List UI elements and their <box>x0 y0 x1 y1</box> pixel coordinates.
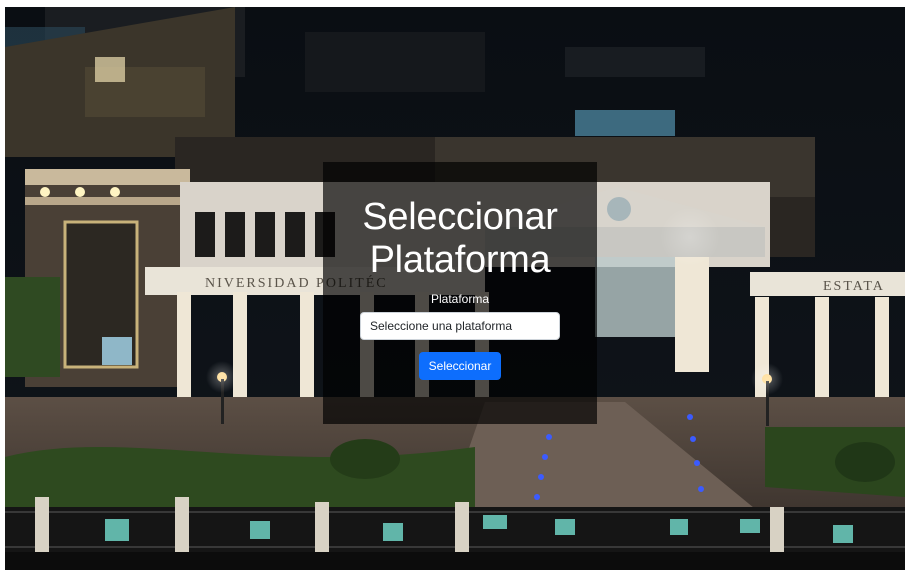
platform-select-value: Seleccione una plataforma <box>370 319 513 333</box>
login-page: NIVERSIDAD POLITÉC ESTATA Seleccionar Pl… <box>5 7 905 570</box>
platform-select-panel: Seleccionar Plataforma Plataforma Selecc… <box>323 162 597 424</box>
platform-label: Plataforma <box>430 292 490 306</box>
platform-select[interactable]: Seleccione una plataforma <box>360 312 560 340</box>
select-button[interactable]: Seleccionar <box>418 352 502 380</box>
page-title: Seleccionar Plataforma <box>362 196 558 281</box>
building-sign-right: ESTATA <box>823 279 885 294</box>
